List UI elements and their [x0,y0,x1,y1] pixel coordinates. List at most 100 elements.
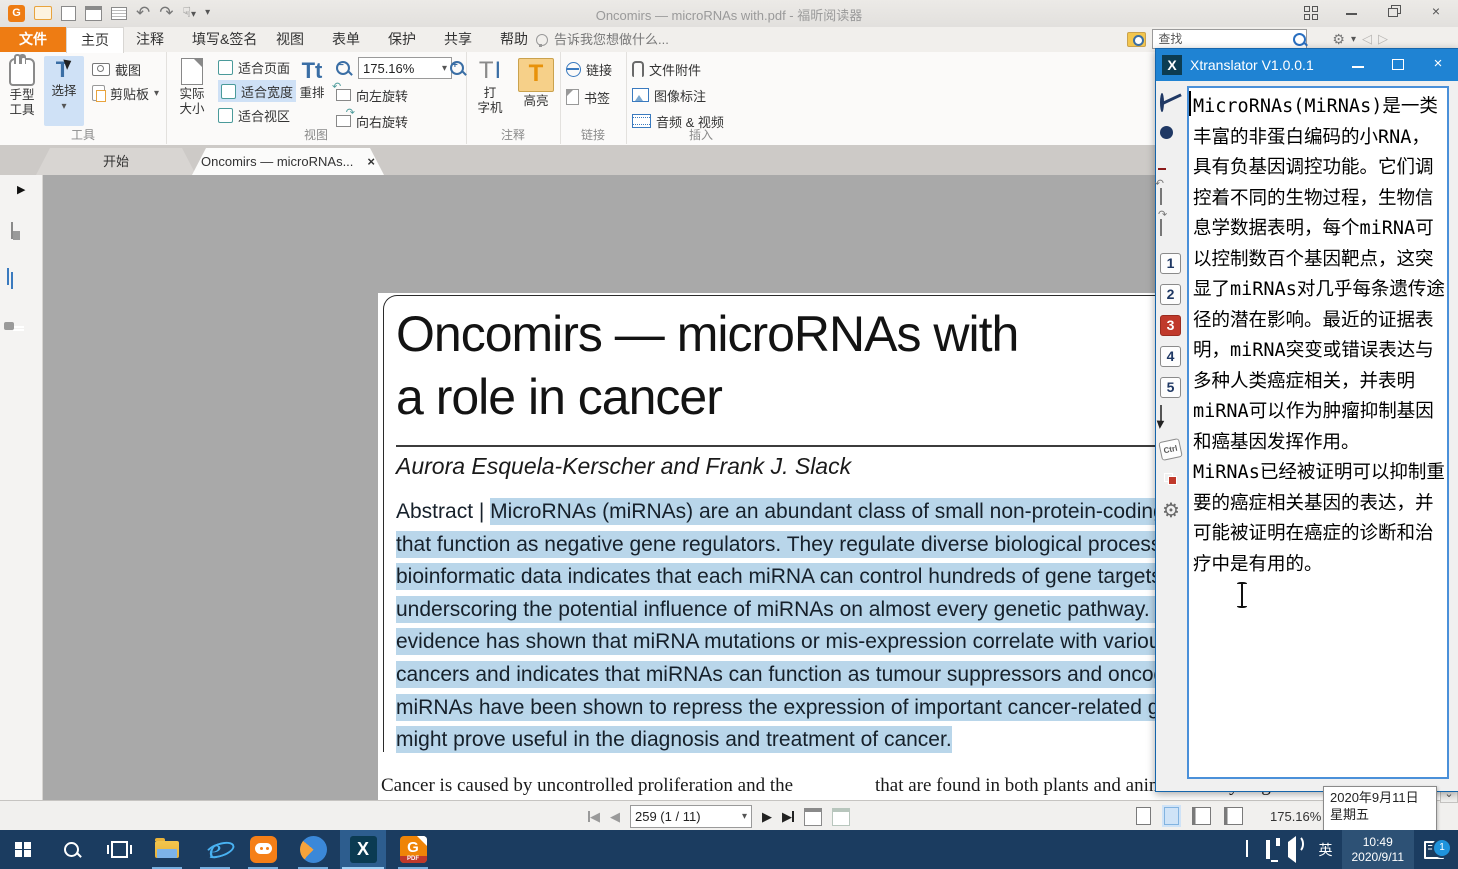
qat-customize-icon[interactable]: ▾ [205,4,210,22]
screenshot-button[interactable]: 截图 [92,58,141,80]
undo-icon[interactable]: ↶ [136,4,150,22]
close-button[interactable]: × [1428,4,1444,18]
network-icon[interactable] [1266,842,1270,857]
zoom-in-button[interactable]: + [450,57,464,79]
doc-tab-document[interactable]: Oncomirs — microRNAs...× [192,148,384,175]
tab-form[interactable]: 表单 [318,27,374,52]
page-thumbnails-icon[interactable] [11,273,13,288]
ctrl-key-icon[interactable]: Ctrl [1158,438,1182,461]
redo-icon[interactable]: ↷ [159,4,173,22]
tab-home[interactable]: 主页 [66,27,124,53]
actual-size-button[interactable]: 实际大小 [172,56,212,126]
previous-view-button[interactable] [804,808,822,826]
settings-gear-icon[interactable]: ⚙ [1162,501,1183,522]
preset-button-3-active[interactable]: 3 [1160,315,1181,336]
preset-button-2[interactable]: 2 [1160,284,1181,305]
find-input[interactable] [1152,29,1307,49]
fit-page-button[interactable]: 适合页面 [218,56,290,78]
continuous-view-button[interactable] [1164,807,1179,825]
bookmark-button[interactable]: 书签 [566,86,610,108]
page-number-select[interactable]: 259 (1 / 11)▾ [630,805,752,828]
doc-tab-start[interactable]: 开始 [36,148,196,175]
next-view-button[interactable] [832,808,850,826]
link-button[interactable]: 链接 [566,58,612,80]
toggle-switch-icon[interactable] [1160,127,1181,148]
save-icon[interactable] [61,6,76,21]
previous-page-button[interactable]: ◀ [610,809,620,825]
fit-width-button[interactable]: 适合宽度 [218,80,296,102]
highlight-button[interactable]: T 高亮 [516,56,556,126]
pin-icon[interactable] [1160,158,1181,179]
find-search-icon[interactable] [1293,33,1306,46]
sidebar-expand-icon[interactable]: ▶ [17,183,25,196]
restore-button[interactable] [1386,4,1402,18]
find-settings-caret[interactable]: ▾ [1351,34,1356,45]
find-previous-icon[interactable]: ◁ [1362,31,1372,47]
language-indicator[interactable]: 英 [1319,840,1333,860]
copy-result-icon[interactable] [1160,469,1181,490]
next-page-button[interactable]: ▶ [762,809,772,825]
chat-app-button[interactable] [240,830,286,869]
facing-view-button[interactable] [1192,807,1211,825]
preset-button-1[interactable]: 1 [1160,253,1181,274]
preset-button-4[interactable]: 4 [1160,346,1181,367]
tab-help[interactable]: 帮助 [486,27,542,52]
xtranslator-maximize-button[interactable] [1378,52,1418,78]
xtranslator-close-button[interactable]: × [1418,52,1458,78]
rotate-right-window-icon[interactable] [1160,220,1181,241]
hand-pointer-dropdown-icon[interactable]: ☟▾ [183,3,197,24]
find-settings-gear-icon[interactable]: ⚙ [1332,31,1345,48]
last-page-button[interactable]: ▶ [782,809,794,825]
tab-file[interactable]: 文件 [0,27,66,52]
clipboard-button[interactable]: 剪贴板▾ [92,82,159,104]
internet-explorer-button[interactable]: e [192,830,238,869]
zoom-out-button[interactable]: − [336,57,350,79]
rotate-left-button[interactable]: 向左旋转 [336,84,408,106]
zoom-level-select[interactable]: 175.16%▾ [358,57,452,79]
bookmarks-panel-icon[interactable] [11,223,13,238]
xtranslator-titlebar[interactable]: X Xtranslator V1.0.0.1 × [1156,49,1458,81]
window-select-icon[interactable] [1160,409,1181,430]
typewriter-button[interactable]: TI 打字机 [468,56,512,126]
task-view-button[interactable] [96,830,142,869]
search-in-folder-icon[interactable] [1127,32,1146,47]
continuous-facing-view-button[interactable] [1224,807,1243,825]
ui-layout-icon[interactable] [1302,4,1318,18]
taskbar-clock[interactable]: 10:49 2020/9/11 [1342,830,1415,869]
fit-visible-button[interactable]: 适合视区 [218,104,290,126]
print-icon[interactable] [85,6,102,21]
tab-share[interactable]: 共享 [430,27,486,52]
open-file-icon[interactable] [34,6,52,20]
file-attachment-button[interactable]: 文件附件 [632,58,701,80]
minimize-button[interactable] [1344,4,1360,18]
tab-comment[interactable]: 注释 [122,27,178,52]
tab-view[interactable]: 视图 [262,27,318,52]
preset-button-5[interactable]: 5 [1160,377,1181,398]
tab-protect[interactable]: 保护 [374,27,430,52]
hide-eye-slash-icon[interactable] [1160,95,1181,116]
file-explorer-button[interactable] [144,830,190,869]
rotate-left-window-icon[interactable] [1160,189,1181,210]
status-zoom-value[interactable]: 175.16% [1270,809,1321,824]
image-annotation-button[interactable]: 图像标注 [632,84,706,106]
hidden-icons-chevron[interactable] [1246,842,1248,857]
doc-tab-close-icon[interactable]: × [367,154,375,169]
translation-text-area[interactable]: MicroRNAs(MiRNAs)是一类丰富的非蛋白编码的小RNA，具有负基因调… [1187,86,1449,779]
browser-app-button[interactable] [290,830,336,869]
tell-me-search[interactable]: 告诉我您想做什么... [536,27,669,52]
hand-tool-button[interactable]: 手型工具 [2,56,42,126]
xtranslator-taskbar-button[interactable]: X [340,830,386,869]
select-tool-button[interactable]: T 选择 ▾ [44,56,84,126]
taskbar-search-button[interactable] [48,830,94,869]
first-page-button[interactable]: ◀ [588,809,600,825]
tab-fill-sign[interactable]: 填写&签名 [178,27,271,52]
find-next-icon[interactable]: ▷ [1378,31,1388,47]
single-page-view-button[interactable] [1136,807,1151,825]
camera-icon [92,63,110,76]
foxit-reader-taskbar-button[interactable]: GPDF [390,830,436,869]
reflow-button[interactable]: Tt 重排 [294,56,330,126]
volume-icon[interactable] [1288,842,1296,857]
xtranslator-minimize-button[interactable] [1338,52,1378,78]
email-icon[interactable] [111,7,127,20]
start-button[interactable] [0,830,46,869]
